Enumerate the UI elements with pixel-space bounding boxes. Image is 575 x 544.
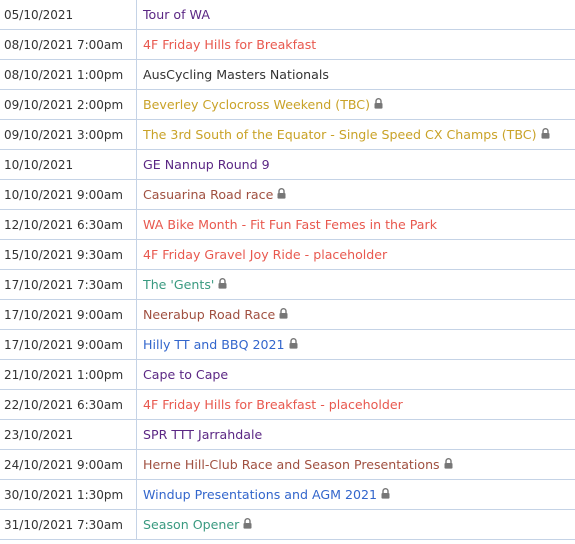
event-title-cell: Windup Presentations and AGM 2021 xyxy=(136,479,575,510)
lock-icon xyxy=(381,487,390,502)
events-table-body: 05/10/2021 Tour of WA 08/10/2021 7:00am 4F … xyxy=(0,0,575,540)
event-link[interactable]: Herne Hill-Club Race and Season Presenta… xyxy=(143,457,440,472)
lock-icon xyxy=(444,457,453,472)
lock-icon xyxy=(289,337,298,352)
event-title-cell: 4F Friday Hills for Breakfast xyxy=(136,29,575,60)
event-link[interactable]: 4F Friday Hills for Breakfast xyxy=(143,37,316,52)
event-title-cell: WA Bike Month - Fit Fun Fast Femes in th… xyxy=(136,209,575,240)
event-title-cell: SPR TTT Jarrahdale xyxy=(136,419,575,450)
table-row: 21/10/2021 1:00pm Cape to Cape xyxy=(0,359,575,390)
table-row: 12/10/2021 6:30am WA Bike Month - Fit Fun… xyxy=(0,209,575,240)
lock-icon xyxy=(243,517,252,532)
event-date: 12/10/2021 6:30am xyxy=(0,209,137,240)
event-title-cell: Casuarina Road race xyxy=(136,179,575,210)
event-date: 09/10/2021 3:00pm xyxy=(0,119,137,150)
table-row: 22/10/2021 6:30am 4F Friday Hills for Bre… xyxy=(0,389,575,420)
table-row: 15/10/2021 9:30am 4F Friday Gravel Joy Ri… xyxy=(0,239,575,270)
event-link[interactable]: Tour of WA xyxy=(143,7,210,22)
event-title-cell: GE Nannup Round 9 xyxy=(136,149,575,180)
event-link[interactable]: Hilly TT and BBQ 2021 xyxy=(143,337,285,352)
event-title-cell: The 'Gents' xyxy=(136,269,575,300)
event-title-cell: Beverley Cyclocross Weekend (TBC) xyxy=(136,89,575,120)
event-date: 31/10/2021 7:30am xyxy=(0,509,137,540)
event-link[interactable]: AusCycling Masters Nationals xyxy=(143,67,329,82)
event-link[interactable]: Beverley Cyclocross Weekend (TBC) xyxy=(143,97,370,112)
event-date: 24/10/2021 9:00am xyxy=(0,449,137,480)
event-date: 17/10/2021 9:00am xyxy=(0,299,137,330)
event-date: 09/10/2021 2:00pm xyxy=(0,89,137,120)
event-title-cell: AusCycling Masters Nationals xyxy=(136,59,575,90)
event-link[interactable]: The 3rd South of the Equator - Single Sp… xyxy=(143,127,537,142)
event-date: 22/10/2021 6:30am xyxy=(0,389,137,420)
table-row: 30/10/2021 1:30pm Windup Presentations an… xyxy=(0,479,575,510)
event-date: 17/10/2021 7:30am xyxy=(0,269,137,300)
event-date: 15/10/2021 9:30am xyxy=(0,239,137,270)
table-row: 23/10/2021 SPR TTT Jarrahdale xyxy=(0,419,575,450)
event-title-cell: Tour of WA xyxy=(136,0,575,30)
lock-icon xyxy=(541,127,550,142)
table-row: 17/10/2021 7:30am The 'Gents' xyxy=(0,269,575,300)
event-title-cell: The 3rd South of the Equator - Single Sp… xyxy=(136,119,575,150)
events-table: 05/10/2021 Tour of WA 08/10/2021 7:00am 4F … xyxy=(0,0,575,540)
table-row: 05/10/2021 Tour of WA xyxy=(0,0,575,30)
event-link[interactable]: SPR TTT Jarrahdale xyxy=(143,427,262,442)
event-link[interactable]: 4F Friday Gravel Joy Ride - placeholder xyxy=(143,247,387,262)
table-row: 08/10/2021 1:00pm AusCycling Masters Nati… xyxy=(0,59,575,90)
event-date: 10/10/2021 xyxy=(0,149,137,180)
event-link[interactable]: Casuarina Road race xyxy=(143,187,273,202)
lock-icon xyxy=(218,277,227,292)
lock-icon xyxy=(279,307,288,322)
table-row: 09/10/2021 3:00pm The 3rd South of the Eq… xyxy=(0,119,575,150)
table-row: 10/10/2021 9:00am Casuarina Road race xyxy=(0,179,575,210)
event-link[interactable]: WA Bike Month - Fit Fun Fast Femes in th… xyxy=(143,217,437,232)
event-date: 17/10/2021 9:00am xyxy=(0,329,137,360)
event-link[interactable]: Season Opener xyxy=(143,517,239,532)
event-link[interactable]: Cape to Cape xyxy=(143,367,228,382)
event-title-cell: 4F Friday Hills for Breakfast - placehol… xyxy=(136,389,575,420)
table-row: 31/10/2021 7:30am Season Opener xyxy=(0,509,575,540)
lock-icon xyxy=(277,187,286,202)
event-link[interactable]: Neerabup Road Race xyxy=(143,307,275,322)
event-title-cell: Neerabup Road Race xyxy=(136,299,575,330)
table-row: 10/10/2021 GE Nannup Round 9 xyxy=(0,149,575,180)
table-row: 08/10/2021 7:00am 4F Friday Hills for Bre… xyxy=(0,29,575,60)
event-title-cell: 4F Friday Gravel Joy Ride - placeholder xyxy=(136,239,575,270)
table-row: 17/10/2021 9:00am Neerabup Road Race xyxy=(0,299,575,330)
lock-icon xyxy=(374,97,383,112)
event-date: 05/10/2021 xyxy=(0,0,137,30)
event-title-cell: Season Opener xyxy=(136,509,575,540)
table-row: 09/10/2021 2:00pm Beverley Cyclocross Wee… xyxy=(0,89,575,120)
event-title-cell: Hilly TT and BBQ 2021 xyxy=(136,329,575,360)
event-link[interactable]: GE Nannup Round 9 xyxy=(143,157,270,172)
table-row: 24/10/2021 9:00am Herne Hill-Club Race an… xyxy=(0,449,575,480)
event-title-cell: Cape to Cape xyxy=(136,359,575,390)
event-date: 30/10/2021 1:30pm xyxy=(0,479,137,510)
event-title-cell: Herne Hill-Club Race and Season Presenta… xyxy=(136,449,575,480)
event-date: 08/10/2021 1:00pm xyxy=(0,59,137,90)
event-date: 10/10/2021 9:00am xyxy=(0,179,137,210)
event-date: 21/10/2021 1:00pm xyxy=(0,359,137,390)
event-link[interactable]: The 'Gents' xyxy=(143,277,214,292)
event-date: 08/10/2021 7:00am xyxy=(0,29,137,60)
event-link[interactable]: 4F Friday Hills for Breakfast - placehol… xyxy=(143,397,403,412)
event-date: 23/10/2021 xyxy=(0,419,137,450)
table-row: 17/10/2021 9:00am Hilly TT and BBQ 2021 xyxy=(0,329,575,360)
event-link[interactable]: Windup Presentations and AGM 2021 xyxy=(143,487,377,502)
